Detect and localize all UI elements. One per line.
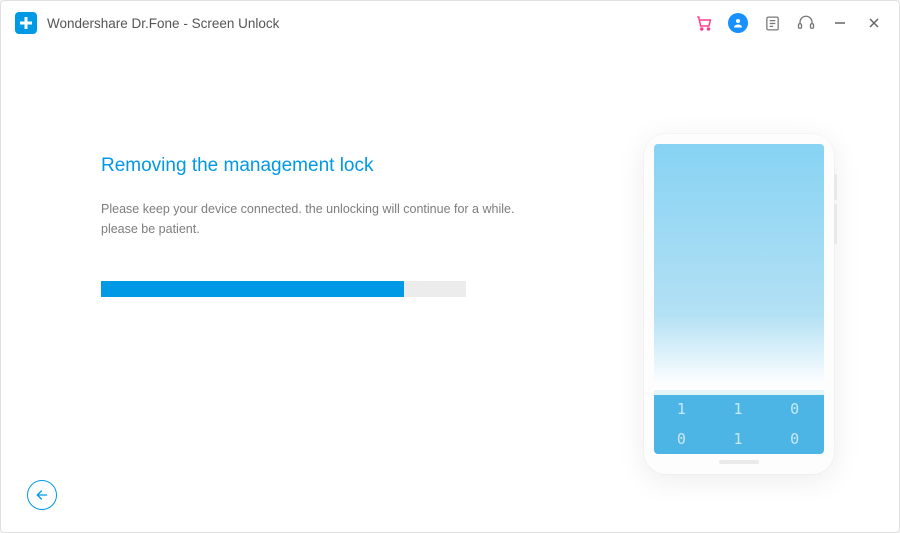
app-logo-icon <box>15 12 37 34</box>
progress-bar <box>101 281 466 297</box>
phone-keypad: 1 1 0 0 1 0 <box>654 390 824 454</box>
feedback-icon[interactable] <box>761 12 783 34</box>
titlebar-left: Wondershare Dr.Fone - Screen Unlock <box>15 12 279 34</box>
subtext-line-2: please be patient. <box>101 222 200 236</box>
close-button[interactable] <box>863 12 885 34</box>
app-title: Wondershare Dr.Fone - Screen Unlock <box>47 16 279 31</box>
status-heading: Removing the management lock <box>101 155 619 177</box>
keypad-digit: 0 <box>790 430 801 448</box>
phone-home-indicator <box>719 460 759 464</box>
keypad-digit: 1 <box>677 400 688 418</box>
back-button[interactable] <box>27 480 57 510</box>
keypad-digit: 0 <box>790 400 801 418</box>
titlebar: Wondershare Dr.Fone - Screen Unlock <box>1 1 899 45</box>
status-pane: Removing the management lock Please keep… <box>101 95 619 502</box>
subtext-line-1: Please keep your device connected. the u… <box>101 202 514 216</box>
keypad-digit: 0 <box>677 430 688 448</box>
cart-icon[interactable] <box>693 12 715 34</box>
user-icon[interactable] <box>727 12 749 34</box>
status-subtext: Please keep your device connected. the u… <box>101 199 619 239</box>
progress-fill <box>101 281 404 297</box>
phone-illustration: 1 1 0 0 1 0 <box>644 134 834 474</box>
content-area: Removing the management lock Please keep… <box>1 45 899 532</box>
titlebar-right <box>693 12 885 34</box>
support-icon[interactable] <box>795 12 817 34</box>
phone-screen: 1 1 0 0 1 0 <box>654 144 824 454</box>
keypad-digit: 1 <box>733 400 744 418</box>
keypad-digit: 1 <box>733 430 744 448</box>
minimize-button[interactable] <box>829 12 851 34</box>
app-window: Wondershare Dr.Fone - Screen Unlock <box>0 0 900 533</box>
illustration-pane: 1 1 0 0 1 0 <box>619 95 869 502</box>
